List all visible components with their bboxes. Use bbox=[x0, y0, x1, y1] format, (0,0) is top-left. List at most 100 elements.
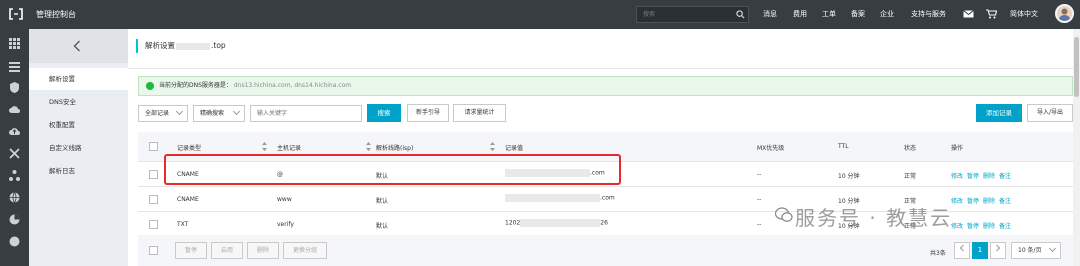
nav-messages[interactable]: 消息 bbox=[763, 9, 777, 19]
remark-link[interactable]: 备注 bbox=[999, 173, 1011, 180]
row-checkbox[interactable] bbox=[149, 195, 158, 204]
cluster-icon[interactable] bbox=[9, 170, 20, 181]
sidebar-item-weight[interactable]: 权重配置 bbox=[29, 114, 128, 136]
back-button[interactable] bbox=[29, 29, 128, 63]
cloud-icon[interactable] bbox=[9, 104, 20, 115]
pause-link[interactable]: 暂停 bbox=[967, 223, 979, 230]
edit-link[interactable]: 修改 bbox=[951, 223, 963, 230]
top-bar: 管理控制台 消息 费用 工单 备案 企业 支持与服务 简体中文 bbox=[0, 0, 1080, 29]
chevron-left-icon bbox=[959, 244, 964, 252]
keyword-input[interactable] bbox=[250, 105, 362, 122]
nav-billing[interactable]: 费用 bbox=[793, 9, 807, 19]
status-badge: 正常 bbox=[904, 173, 917, 180]
row-checkbox[interactable] bbox=[149, 170, 158, 179]
record-type-select[interactable]: 全部记录 bbox=[138, 105, 188, 122]
col-status: 状态 bbox=[904, 145, 917, 152]
scrollbar[interactable] bbox=[1073, 29, 1080, 266]
pause-link[interactable]: 暂停 bbox=[967, 198, 979, 205]
delete-link[interactable]: 删除 bbox=[983, 223, 995, 230]
dns-sidebar: 解析设置 DNS安全 权重配置 自定义线路 解析日志 bbox=[29, 29, 128, 266]
list-icon[interactable] bbox=[9, 61, 20, 72]
mx-priority: -- bbox=[757, 196, 762, 203]
nav-support[interactable]: 支持与服务 bbox=[911, 9, 946, 19]
pause-link[interactable]: 暂停 bbox=[967, 173, 979, 180]
sort-icon[interactable] bbox=[366, 142, 371, 151]
row-actions: 修改 暂停 删除 备注 bbox=[951, 171, 1015, 180]
scrollbar-thumb[interactable] bbox=[1074, 37, 1079, 97]
page-title-prefix: 解析设置 bbox=[145, 41, 175, 50]
select-all-checkbox[interactable] bbox=[149, 142, 158, 151]
nav-icp[interactable]: 备案 bbox=[851, 9, 865, 19]
edit-link[interactable]: 修改 bbox=[951, 198, 963, 205]
row-actions: 修改 暂停 删除 备注 bbox=[951, 221, 1015, 230]
product-rail bbox=[0, 29, 29, 266]
bulk-pause-button[interactable]: 暂停 bbox=[175, 242, 207, 259]
record-value-suffix: 26 bbox=[600, 219, 608, 227]
delete-link[interactable]: 删除 bbox=[983, 173, 995, 180]
page-number[interactable]: 1 bbox=[972, 242, 988, 259]
notice-servers: dns13.hichina.com, dns14.hichina.com bbox=[233, 82, 352, 89]
grid-icon[interactable] bbox=[9, 38, 20, 49]
check-circle-icon bbox=[146, 82, 154, 90]
change-group-button[interactable]: 更换分组 bbox=[283, 242, 327, 259]
col-host: 主机记录 bbox=[277, 145, 302, 152]
console-title[interactable]: 管理控制台 bbox=[36, 9, 76, 20]
cart-icon[interactable] bbox=[986, 9, 997, 19]
circle-icon[interactable] bbox=[9, 236, 20, 247]
global-search[interactable] bbox=[636, 6, 749, 23]
remark-link[interactable]: 备注 bbox=[999, 223, 1011, 230]
total-count: 共3条 bbox=[930, 250, 946, 257]
globe-icon[interactable] bbox=[9, 192, 20, 203]
notice-label: 当前分配的DNS服务器是： bbox=[159, 82, 232, 89]
col-line: 解析线路(isp) bbox=[376, 145, 414, 152]
sidebar-item-custom-line[interactable]: 自定义线路 bbox=[29, 137, 128, 159]
language-switch[interactable]: 简体中文 bbox=[1010, 9, 1038, 19]
delete-link[interactable]: 删除 bbox=[983, 198, 995, 205]
chevron-down-icon bbox=[1048, 244, 1057, 253]
sort-icon[interactable] bbox=[490, 142, 495, 151]
page-size-select[interactable]: 10 条/页 bbox=[1011, 242, 1061, 259]
select-all-bottom-checkbox[interactable] bbox=[149, 246, 158, 255]
col-value: 记录值 bbox=[505, 145, 524, 152]
search-input[interactable] bbox=[637, 7, 733, 22]
aliyun-logo-icon[interactable] bbox=[8, 8, 24, 20]
sidebar-item-record-settings[interactable]: 解析设置 bbox=[29, 68, 128, 90]
bulk-enable-button[interactable]: 启用 bbox=[211, 242, 243, 259]
search-mode-value: 精确搜索 bbox=[200, 110, 225, 117]
cloud-upload-icon[interactable] bbox=[9, 126, 20, 137]
search-icon[interactable] bbox=[736, 10, 745, 19]
remark-link[interactable]: 备注 bbox=[999, 198, 1011, 205]
sidebar-item-logs[interactable]: 解析日志 bbox=[29, 160, 128, 182]
host-record: www bbox=[277, 196, 292, 203]
edit-link[interactable]: 修改 bbox=[951, 173, 963, 180]
pie-icon[interactable] bbox=[9, 214, 20, 225]
search-button[interactable]: 搜索 bbox=[367, 104, 401, 122]
col-mx: MX优先级 bbox=[757, 145, 785, 152]
chevron-right-icon bbox=[996, 244, 1001, 252]
import-export-button[interactable]: 导入/导出 bbox=[1027, 104, 1073, 122]
search-mode-select[interactable]: 精确搜索 bbox=[193, 105, 245, 122]
mx-priority: -- bbox=[757, 221, 762, 228]
mail-icon[interactable] bbox=[963, 9, 974, 19]
guide-button[interactable]: 新手引导 bbox=[407, 104, 449, 122]
bulk-delete-button[interactable]: 删除 bbox=[247, 242, 279, 259]
sort-icon[interactable] bbox=[262, 142, 267, 151]
shield-icon[interactable] bbox=[9, 82, 20, 93]
redacted-value bbox=[505, 194, 600, 202]
col-ttl: TTL bbox=[838, 143, 849, 150]
request-stats-button[interactable]: 请求量统计 bbox=[453, 104, 506, 122]
prev-page-button[interactable] bbox=[954, 242, 970, 259]
row-checkbox[interactable] bbox=[149, 220, 158, 229]
chevron-down-icon bbox=[232, 107, 241, 116]
line-value: 默认 bbox=[376, 223, 389, 230]
add-record-button[interactable]: 添加记录 bbox=[976, 104, 1022, 122]
chevron-left-icon bbox=[73, 40, 80, 52]
avatar[interactable] bbox=[1055, 4, 1074, 23]
redacted-domain bbox=[176, 42, 210, 50]
sidebar-item-dns-security[interactable]: DNS安全 bbox=[29, 91, 128, 113]
line-value: 默认 bbox=[376, 198, 389, 205]
nav-enterprise[interactable]: 企业 bbox=[880, 9, 894, 19]
shuffle-icon[interactable] bbox=[9, 148, 20, 159]
nav-tickets[interactable]: 工单 bbox=[822, 9, 836, 19]
next-page-button[interactable] bbox=[990, 242, 1006, 259]
